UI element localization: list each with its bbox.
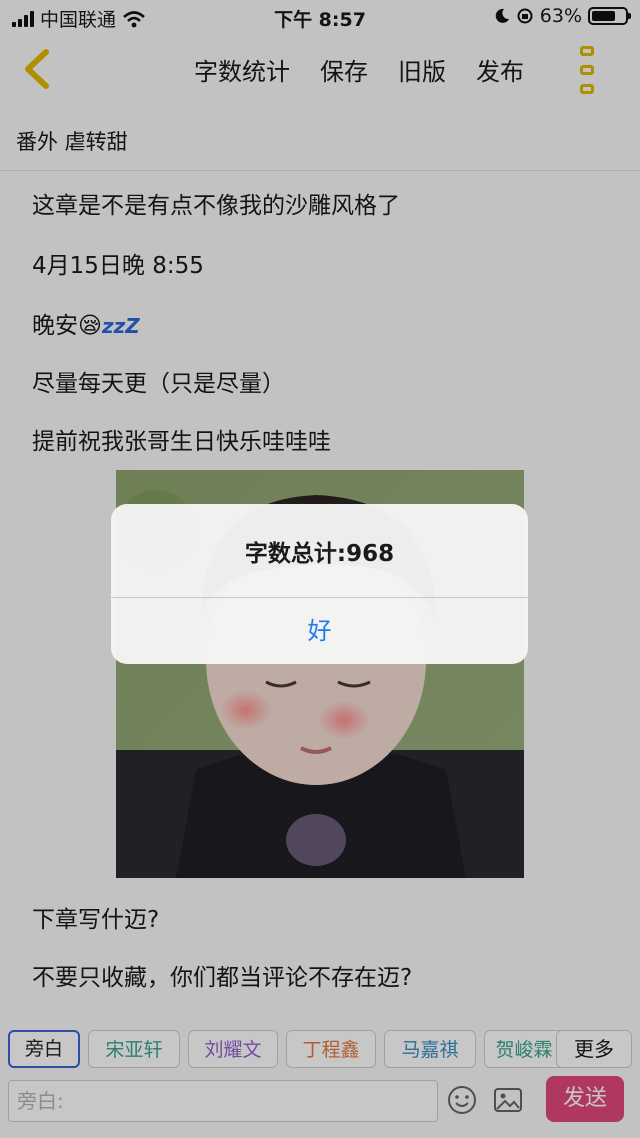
alert-message: 字数总计:968 [244,541,395,567]
alert-ok-button[interactable]: 好 [111,598,528,664]
editor-screen: 中国联通 下午 8:57 63% 字数统计 保存 旧版 发布 番外 虐转甜 这章… [0,0,640,1138]
word-count-alert: 字数总计:968 好 [111,504,528,664]
